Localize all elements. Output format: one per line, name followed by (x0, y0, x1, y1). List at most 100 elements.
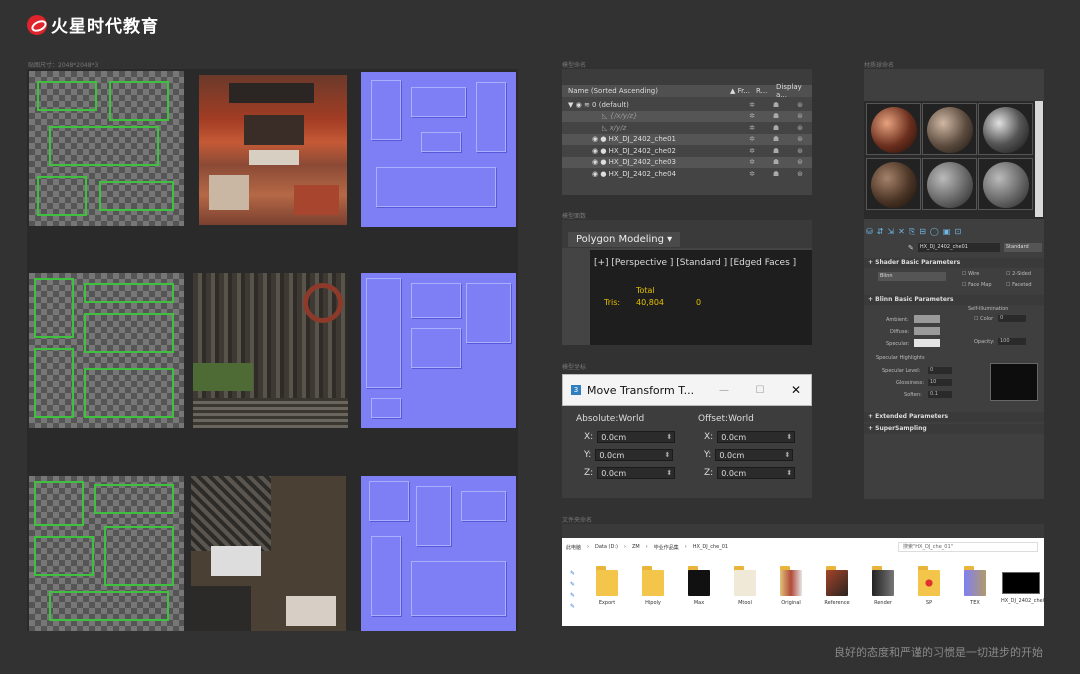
quick-access-pins[interactable]: ✎ ✎ ✎ ✎ (570, 568, 575, 612)
eye-icon[interactable]: ◉ ● (592, 147, 609, 155)
viewport-label[interactable]: [+] [Perspective ] [Standard ] [Edged Fa… (594, 258, 808, 268)
material-slot[interactable] (866, 158, 921, 210)
show-end-icon[interactable]: ⊡ (954, 227, 961, 239)
scene-row[interactable]: ▼ ◉ ≋ 0 (default) ✲ ☗ ⊛ (562, 99, 812, 111)
material-slot[interactable] (978, 103, 1033, 155)
off-x-input[interactable]: 0.0cm (717, 431, 796, 443)
breadcrumb[interactable]: 此电脑 › Data (D:) › ZM › 毕业作品集 › HX_DJ_che_01 (566, 542, 884, 552)
model-faces-label: 模型面数 (562, 213, 587, 220)
show-map-icon[interactable]: ▣ (943, 227, 951, 239)
get-material-icon[interactable]: ⛁ (866, 227, 873, 239)
put-to-scene-icon[interactable]: ⇵ (877, 227, 884, 239)
minimize-icon[interactable]: — (709, 385, 739, 396)
folder-icon[interactable] (780, 566, 802, 596)
abs-z-input[interactable]: 0.0cm (597, 467, 676, 479)
folder-label[interactable]: Export (587, 600, 627, 606)
off-z-input[interactable]: 0.0cm (717, 467, 796, 479)
material-name-input[interactable]: HX_DJ_2402_che01 (917, 243, 1000, 252)
maximize-icon[interactable]: ☐ (745, 385, 775, 396)
file-label[interactable]: HX_DJ_2402_che01 (1001, 598, 1049, 604)
folder-icon[interactable] (734, 566, 756, 596)
stats-tris-selected: 0 (696, 298, 702, 307)
scene-row[interactable]: ◉ ● HX_DJ_2402_che04 ✲ ☗ ⊛ (562, 168, 812, 180)
extended-params-rollout[interactable]: + Extended Parameters (864, 412, 1044, 422)
material-slot[interactable] (922, 103, 977, 155)
eye-icon[interactable]: ▼ ◉ ≋ (568, 101, 592, 109)
folder-label[interactable]: SP (909, 600, 949, 606)
glossiness-input[interactable]: 10 (928, 379, 952, 386)
folder-icon[interactable] (964, 566, 986, 596)
wire-checkbox[interactable]: ☐ Wire (962, 271, 979, 277)
shader-select[interactable]: Blinn (878, 272, 946, 281)
folder-icon[interactable] (688, 566, 710, 596)
eye-icon[interactable]: ◉ ● (592, 135, 609, 143)
folder-label[interactable]: TEX (955, 600, 995, 606)
folder-label[interactable]: Max (679, 600, 719, 606)
scene-row[interactable]: ◉ ● HX_DJ_2402_che01 ✲ ☗ ⊛ (562, 133, 812, 145)
blinn-basic-rollout[interactable]: + Blinn Basic Parameters (864, 295, 1044, 305)
brand-name: 火星时代教育 (51, 17, 159, 37)
two-sided-checkbox[interactable]: ☐ 2-Sided (1006, 271, 1031, 277)
col-name[interactable]: Name (Sorted Ascending) (562, 87, 730, 95)
eyedropper-icon[interactable]: ✎ (908, 244, 914, 252)
soften-input[interactable]: 0.1 (928, 391, 952, 398)
off-y-input[interactable]: 0.0cm (715, 449, 794, 461)
close-icon[interactable]: ✕ (781, 383, 811, 397)
scene-row[interactable]: ◺ x/y/z ✲ ☗ ⊛ (562, 122, 812, 134)
folder-label[interactable]: Render (863, 600, 903, 606)
folder-label[interactable]: Mtool (725, 600, 765, 606)
folder-icon[interactable] (872, 566, 894, 596)
opacity-label: Opacity: (974, 339, 995, 345)
folder-label[interactable]: Original (771, 600, 811, 606)
shader-basic-rollout[interactable]: + Shader Basic Parameters (864, 258, 1044, 268)
eye-icon[interactable]: ◉ ● (592, 158, 609, 166)
footer-slogan: 良好的态度和严谨的习惯是一切进步的开始 (834, 646, 1043, 659)
offset-world-label: Offset:World (698, 414, 754, 424)
supersampling-rollout[interactable]: + SuperSampling (864, 424, 1044, 434)
folder-label[interactable]: Reference (817, 600, 857, 606)
scene-row[interactable]: ◉ ● HX_DJ_2402_che03 ✲ ☗ ⊛ (562, 156, 812, 168)
eye-icon[interactable]: ◉ ● (592, 170, 609, 178)
viewport[interactable]: [+] [Perspective ] [Standard ] [Edged Fa… (590, 250, 812, 345)
material-slot[interactable] (866, 103, 921, 155)
dialog-titlebar[interactable]: 3 Move Transform T... — ☐ ✕ (562, 374, 812, 406)
layer-icon: ◺ (602, 112, 610, 121)
folder-icon[interactable] (826, 566, 848, 596)
col-frozen[interactable]: ▲ Fr... (730, 87, 756, 95)
col-render[interactable]: R... (756, 87, 776, 95)
diffuse-swatch[interactable] (914, 327, 940, 335)
put-library-icon[interactable]: ⊟ (919, 227, 926, 239)
color-checkbox[interactable]: ☐ Color (974, 316, 993, 322)
reset-icon[interactable]: ✕ (898, 227, 905, 239)
slots-scrollbar[interactable] (1035, 101, 1043, 217)
search-input[interactable]: 搜索"HX_DJ_che_01" (898, 542, 1038, 552)
material-slot[interactable] (978, 158, 1033, 210)
uv-layout-3 (29, 476, 184, 631)
col-display[interactable]: Display a... (776, 83, 812, 99)
abs-y-input[interactable]: 0.0cm (595, 449, 674, 461)
stats-tris-label: Tris: (604, 298, 621, 307)
folder-icon[interactable] (918, 566, 940, 596)
max-file-thumbnail[interactable] (1002, 572, 1040, 594)
abs-x-input[interactable]: 0.0cm (597, 431, 676, 443)
scene-row[interactable]: ◺ {/x/y/z} ✲ ☗ ⊛ (562, 110, 812, 122)
assign-material-icon[interactable]: ⇲ (887, 227, 894, 239)
ambient-swatch[interactable] (914, 315, 940, 323)
faceted-checkbox[interactable]: ☐ Faceted (1006, 282, 1032, 288)
specular-swatch[interactable] (914, 339, 940, 347)
self-illum-input[interactable]: 0 (998, 315, 1026, 322)
dialog-title: Move Transform T... (587, 383, 695, 397)
face-map-checkbox[interactable]: ☐ Face Map (962, 282, 992, 288)
folder-icon[interactable] (642, 566, 664, 596)
folder-icon[interactable] (596, 566, 618, 596)
scene-row[interactable]: ◉ ● HX_DJ_2402_che02 ✲ ☗ ⊛ (562, 145, 812, 157)
opacity-input[interactable]: 100 (998, 338, 1026, 345)
diffuse-label: Diffuse: (890, 329, 910, 335)
effects-channel-icon[interactable]: ◯ (930, 227, 939, 239)
polygon-modeling-tab[interactable]: Polygon Modeling ▾ (568, 232, 681, 247)
material-slot[interactable] (922, 158, 977, 210)
make-unique-icon[interactable]: ⎘ (909, 227, 915, 239)
folder-label[interactable]: Hipoly (633, 600, 673, 606)
spec-level-input[interactable]: 0 (928, 367, 952, 374)
material-type-button[interactable]: Standard (1003, 243, 1042, 252)
